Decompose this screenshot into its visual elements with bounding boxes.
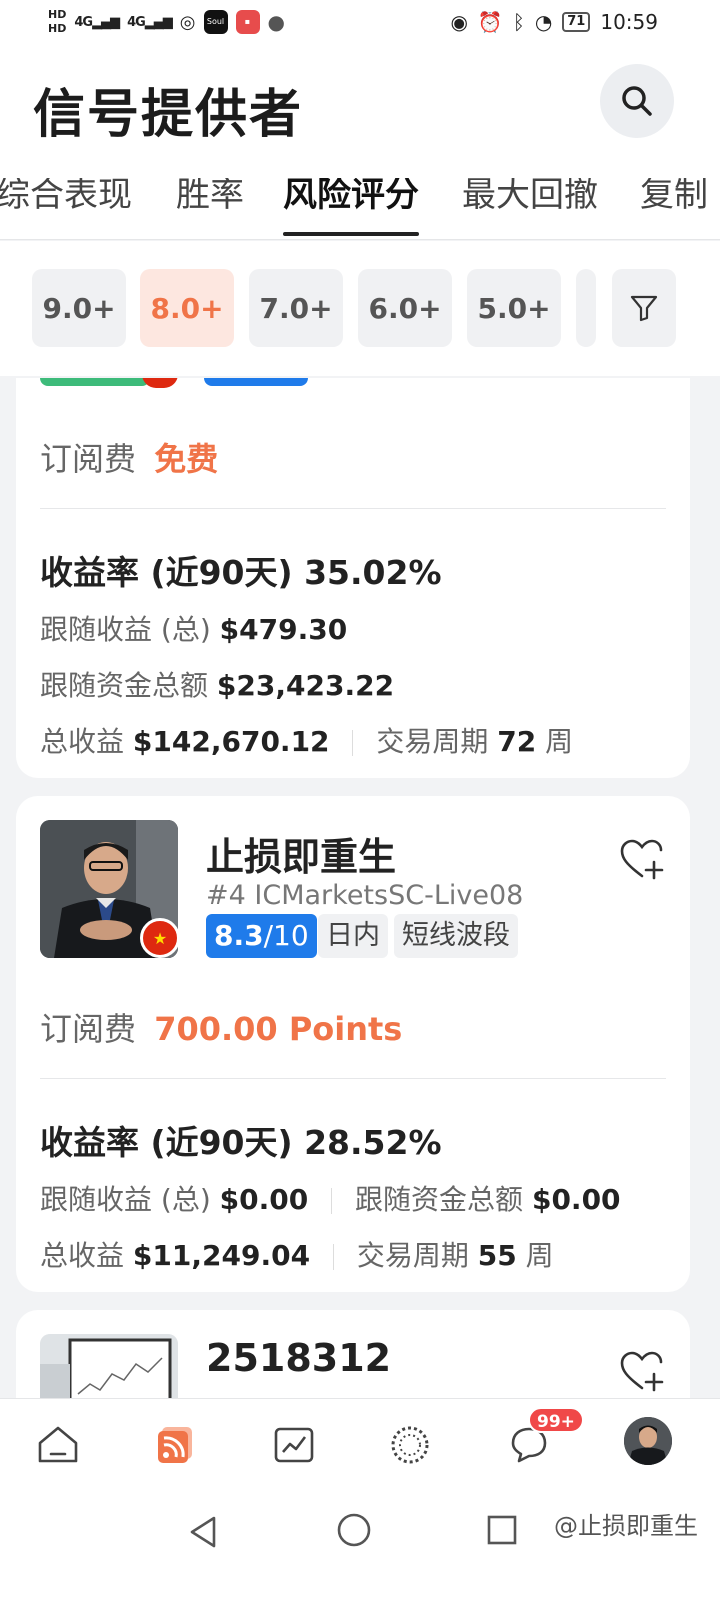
watermark: @止损即重生	[554, 1512, 698, 1540]
system-navigation: @止损即重生	[0, 1494, 720, 1600]
nav-markets[interactable]	[270, 1421, 318, 1469]
separator	[331, 1188, 333, 1214]
subscription-fee: 订阅费 700.00 Points	[40, 1010, 403, 1048]
follow-stats-row: 跟随收益 (总) $0.00 跟随资金总额 $0.00	[40, 1183, 621, 1216]
tab-winrate[interactable]: 胜率	[176, 178, 244, 239]
hotspot-icon: ◎	[179, 11, 196, 33]
search-button[interactable]	[600, 64, 674, 138]
flag-partial	[142, 378, 178, 388]
provider-name: 止损即重生	[206, 835, 397, 879]
back-icon[interactable]	[186, 1514, 220, 1550]
china-flag-icon: ★	[140, 918, 180, 958]
chip-6[interactable]: 6.0+	[358, 269, 452, 347]
provider-name: 2518312	[206, 1336, 392, 1380]
divider	[40, 1078, 666, 1079]
battery-icon: 71	[562, 12, 591, 32]
return-rate: 收益率 (近90天) 28.52%	[40, 1123, 442, 1162]
signal-card[interactable]: 订阅费 免费 收益率 (近90天) 35.02% 跟随收益 (总) $479.3…	[16, 378, 690, 778]
subscription-fee: 订阅费 免费	[40, 440, 219, 478]
page-title: 信号提供者	[33, 85, 304, 145]
follow-button[interactable]	[618, 838, 666, 882]
message-icon: ●	[267, 10, 285, 34]
home-icon	[38, 1426, 78, 1463]
hd-label: HD	[48, 8, 67, 21]
nav-community[interactable]	[386, 1421, 434, 1469]
chip-4-partial[interactable]	[576, 269, 596, 347]
alarm-icon: ⏰	[477, 10, 503, 34]
tag-partial	[40, 378, 150, 386]
bottom-navigation: 99+	[0, 1398, 720, 1494]
hd-label: HD	[48, 22, 67, 35]
separator	[352, 730, 354, 756]
app-header: 信号提供者	[0, 50, 720, 178]
score-partial	[204, 378, 308, 386]
chip-7[interactable]: 7.0+	[249, 269, 343, 347]
follow-profit: 跟随收益 (总) $479.30	[40, 613, 348, 646]
provider-account: #4 ICMarketsSC-Live08	[206, 880, 524, 911]
soul-app-icon: Soul	[203, 10, 228, 34]
status-right: ◉ ⏰ ᛒ ◔ 71 10:59	[450, 10, 658, 34]
eye-icon: ◉	[450, 10, 468, 34]
risk-score-badge: 8.3/10	[206, 914, 317, 958]
filter-button[interactable]	[612, 269, 676, 347]
signal-icon: 4G▂▄▆	[74, 14, 120, 30]
status-left: HD HD 4G▂▄▆ 4G▂▄▆ ◎ Soul ▪ ●	[48, 8, 285, 36]
chip-9[interactable]: 9.0+	[32, 269, 126, 347]
nav-home[interactable]	[34, 1421, 82, 1469]
unread-badge: 99+	[528, 1407, 584, 1433]
follow-button[interactable]	[618, 1350, 666, 1394]
signal-card[interactable]: 2518312	[16, 1310, 690, 1410]
separator	[332, 1244, 334, 1270]
heart-plus-icon	[620, 1351, 664, 1392]
hd-indicator: HD HD	[48, 8, 66, 36]
signals-icon	[158, 1427, 192, 1463]
signal-card[interactable]: ★ 止损即重生 #4 ICMarketsSC-Live08 8.3/10 日内 …	[16, 796, 690, 1292]
community-icon	[391, 1426, 429, 1464]
filter-chips: 9.0+ 8.0+ 7.0+ 6.0+ 5.0+	[0, 241, 720, 376]
tab-max-drawdown[interactable]: 最大回撤	[462, 178, 598, 239]
tab-copy[interactable]: 复制	[640, 178, 708, 239]
total-profit-row: 总收益 $11,249.04 交易周期 55 周	[40, 1239, 554, 1272]
profile-avatar[interactable]	[624, 1417, 672, 1465]
recents-icon[interactable]	[486, 1514, 518, 1546]
tab-bar: 综合表现 胜率 风险评分 最大回撤 复制	[0, 178, 720, 240]
speed-icon: ◔	[534, 10, 553, 34]
follow-fund: 跟随资金总额 $23,423.22	[40, 669, 395, 702]
tag-intraday: 日内	[318, 914, 388, 958]
bluetooth-icon: ᛒ	[512, 10, 525, 34]
clock: 10:59	[600, 10, 658, 34]
app-notification-icon: ▪	[235, 10, 260, 34]
tab-overall[interactable]: 综合表现	[0, 178, 132, 239]
chip-8[interactable]: 8.0+	[140, 269, 234, 347]
search-icon	[622, 86, 652, 116]
funnel-icon	[630, 295, 658, 322]
return-rate: 收益率 (近90天) 35.02%	[40, 553, 442, 592]
nav-signals[interactable]	[152, 1421, 200, 1469]
signal-icon: 4G▂▄▆	[127, 14, 173, 30]
total-profit-row: 总收益 $142,670.12 交易周期 72 周	[40, 725, 574, 758]
divider	[40, 508, 666, 509]
tab-risk-score[interactable]: 风险评分	[283, 178, 419, 239]
chart-icon	[274, 1427, 314, 1463]
chip-5[interactable]: 5.0+	[467, 269, 561, 347]
status-bar: HD HD 4G▂▄▆ 4G▂▄▆ ◎ Soul ▪ ● ◉ ⏰ ᛒ ◔ 71 …	[0, 0, 720, 50]
home-circle-icon[interactable]	[336, 1512, 372, 1548]
tag-swing: 短线波段	[394, 914, 518, 958]
heart-plus-icon	[620, 839, 664, 880]
